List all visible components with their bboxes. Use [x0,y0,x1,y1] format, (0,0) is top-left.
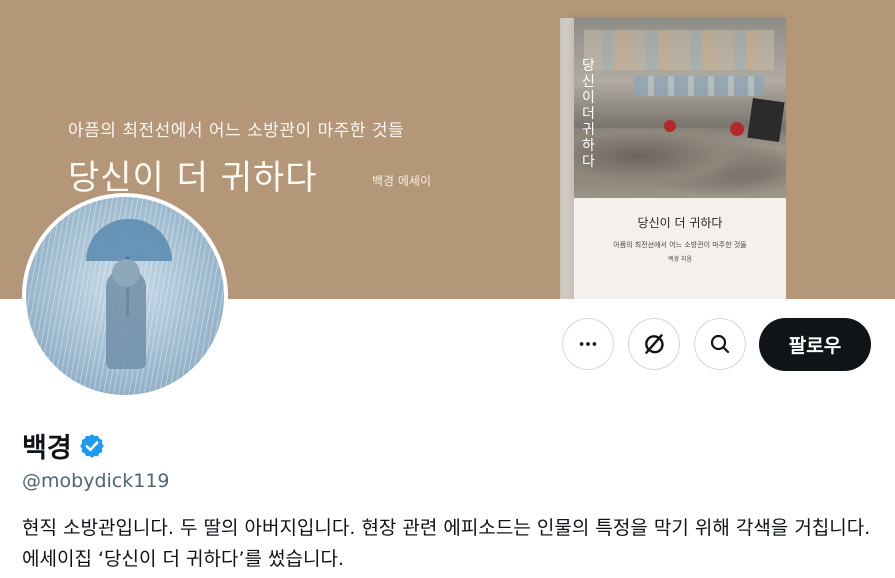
grok-icon [645,334,664,354]
follow-button[interactable]: 팔로우 [759,318,871,371]
cover-author: 백경 지음 [668,256,692,263]
book-cover: 당신이 더 귀하다 당신이 더 귀하다 아픔의 최전선에서 어느 소방관이 마주… [574,18,786,299]
grok-button[interactable] [628,318,680,370]
banner-author: 백경 에세이 [372,174,432,188]
banner-subtitle: 아픔의 최전선에서 어느 소방관이 마주한 것들 [68,121,405,141]
cover-bag [747,97,785,143]
profile-name-row: 백경 [22,426,106,465]
book-cover-image: 당신이 더 귀하다 당신이 더 귀하다 아픔의 최전선에서 어느 소방관이 마주… [560,18,786,299]
profile-handle: @mobydick119 [22,470,170,492]
cover-drawings [584,30,774,70]
umbrella-figure [86,219,172,261]
more-button[interactable] [562,318,614,370]
profile-bio: 현직 소방관입니다. 두 딸의 아버지입니다. 현장 관련 에피소드는 인물의 … [22,517,871,570]
search-icon [710,334,730,354]
cover-vertical-title: 당신이 더 귀하다 [582,58,595,170]
cover-photo: 당신이 더 귀하다 [574,18,786,198]
verified-badge-icon[interactable] [78,432,106,460]
search-button[interactable] [694,318,746,370]
figure-head [112,259,140,287]
cover-board [634,76,764,96]
cover-title: 당신이 더 귀하다 [637,216,723,230]
avatar-image [26,197,224,395]
profile-name: 백경 [22,433,72,464]
cover-apple [730,122,744,136]
avatar[interactable] [22,193,228,399]
cover-subtitle: 아픔의 최전선에서 어느 소방관이 마주한 것들 [613,241,747,249]
banner-title: 당신이 더 귀하다 [68,158,318,198]
more-icon [579,342,597,346]
cover-apple [664,120,676,132]
